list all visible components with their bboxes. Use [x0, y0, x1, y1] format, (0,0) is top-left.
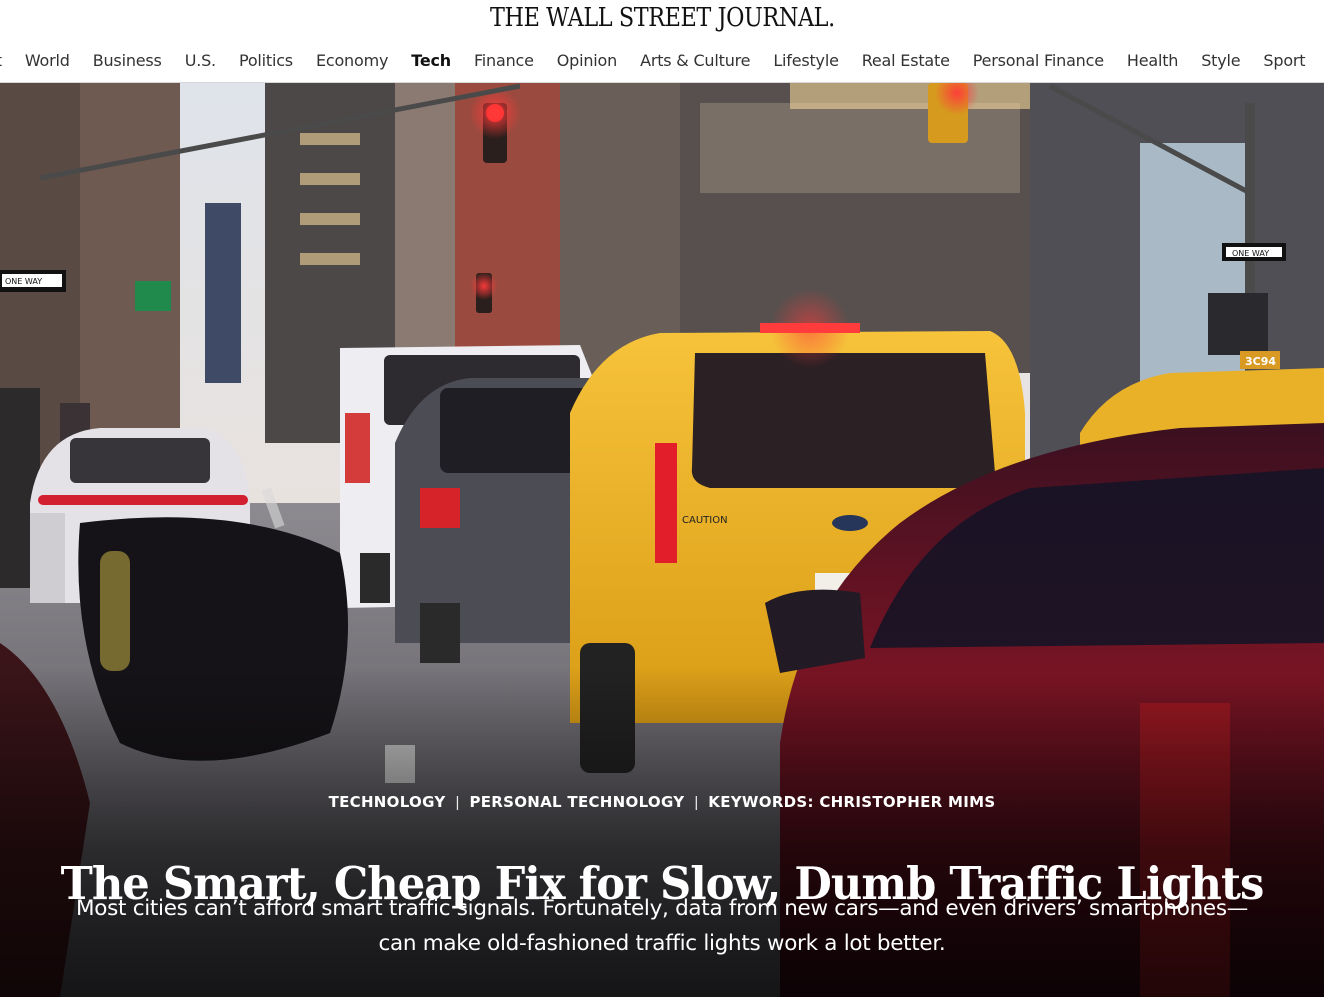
nav-item-economy[interactable]: Economy	[316, 51, 388, 70]
nav-item-politics[interactable]: Politics	[239, 51, 293, 70]
nav-item-style[interactable]: Style	[1201, 51, 1240, 70]
hero-article[interactable]: ONE WAY ONE WAY CAUTION 3C94 TECHNOLOGY …	[0, 83, 1324, 997]
taxi-number: 3C94	[1245, 355, 1276, 368]
nav-item-tech[interactable]: Tech	[411, 51, 451, 70]
one-way-sign-right: ONE WAY	[1232, 249, 1269, 258]
nav-item-personal-finance[interactable]: Personal Finance	[973, 51, 1104, 70]
nav-item-est[interactable]: est	[0, 51, 2, 70]
section-nav: est World Business U.S. Politics Economy Tech F…	[0, 38, 1324, 83]
nav-item-health[interactable]: Health	[1127, 51, 1179, 70]
nav-item-arts-culture[interactable]: Arts & Culture	[640, 51, 750, 70]
flashline-technology[interactable]: TECHNOLOGY	[329, 793, 446, 811]
nav-item-real-estate[interactable]: Real Estate	[862, 51, 950, 70]
wsj-logo[interactable]: THE WALL STREET JOURNAL.	[490, 3, 835, 33]
nav-item-u-s[interactable]: U.S.	[185, 51, 216, 70]
article-dek: Most cities can’t afford smart traffic s…	[50, 891, 1274, 961]
nav-item-finance[interactable]: Finance	[474, 51, 534, 70]
nav-item-opinion[interactable]: Opinion	[557, 51, 618, 70]
masthead: THE WALL STREET JOURNAL.	[0, 0, 1324, 38]
flashline: TECHNOLOGY | PERSONAL TECHNOLOGY | KEYWORDS:…	[0, 793, 1324, 812]
nav-item-lifestyle[interactable]: Lifestyle	[773, 51, 839, 70]
section-nav-track: est World Business U.S. Politics Economy Tech F…	[0, 38, 1324, 82]
caution-decal: CAUTION	[682, 515, 728, 526]
article-dek-line-2: can make old-fashioned traffic lights wo…	[378, 931, 946, 956]
one-way-sign-left: ONE WAY	[5, 277, 42, 286]
flashline-separator: |	[694, 794, 699, 811]
flashline-separator: |	[455, 794, 460, 811]
nav-item-world[interactable]: World	[25, 51, 70, 70]
nav-item-sport[interactable]: Sport	[1263, 51, 1305, 70]
flashline-personal-technology[interactable]: PERSONAL TECHNOLOGY	[469, 793, 684, 811]
nav-item-business[interactable]: Business	[93, 51, 162, 70]
article-dek-line-1: Most cities can’t afford smart traffic s…	[76, 896, 1248, 921]
flashline-keywords[interactable]: KEYWORDS: CHRISTOPHER MIMS	[708, 793, 995, 811]
